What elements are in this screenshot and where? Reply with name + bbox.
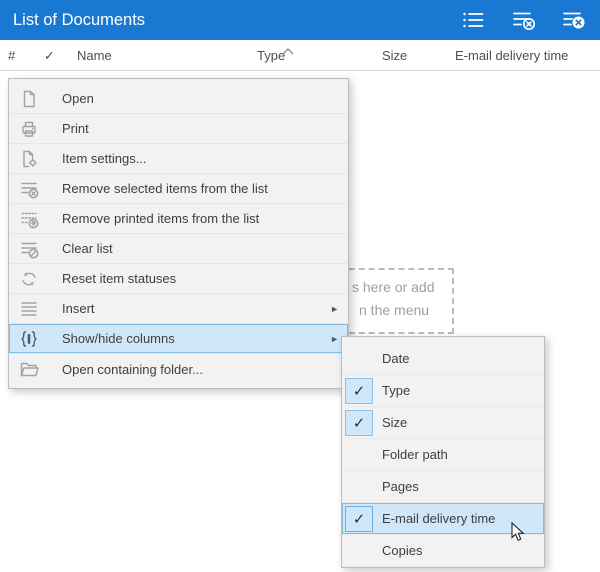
submenu-item-email-delivery-time[interactable]: ✓ E-mail delivery time <box>342 503 544 535</box>
menu-item-label: Item settings... <box>49 151 147 166</box>
menu-item-print[interactable]: Print <box>9 114 348 144</box>
submenu-item-date[interactable]: Date <box>342 343 544 375</box>
columns-submenu: Date ✓ Type ✓ Size Folder path Pages ✓ E… <box>341 336 545 568</box>
menu-item-open[interactable]: Open <box>9 84 348 114</box>
column-header-number[interactable]: # <box>8 40 15 71</box>
menu-item-label: Clear list <box>49 241 113 256</box>
menu-item-label: Reset item statuses <box>49 271 176 286</box>
submenu-item-size[interactable]: ✓ Size <box>342 407 544 439</box>
submenu-item-folder-path[interactable]: Folder path <box>342 439 544 471</box>
menu-item-show-hide-columns[interactable]: Show/hide columns ► <box>9 324 348 354</box>
menu-item-label: Remove selected items from the list <box>49 181 268 196</box>
checkbox-unchecked <box>345 474 373 500</box>
menu-item-label: Print <box>49 121 89 136</box>
menu-item-insert[interactable]: Insert ► <box>9 294 348 324</box>
table-header-row: # ✓ Name Type Size E-mail delivery time <box>0 40 600 71</box>
menu-item-label: Open containing folder... <box>49 362 203 377</box>
list-remove-printed-icon <box>9 209 49 229</box>
submenu-item-label: E-mail delivery time <box>373 511 495 526</box>
menu-item-item-settings[interactable]: Item settings... <box>9 144 348 174</box>
menu-item-remove-printed[interactable]: Remove printed items from the list <box>9 204 348 234</box>
document-icon <box>9 89 49 109</box>
list-remove-icon <box>9 179 49 199</box>
menu-item-reset-statuses[interactable]: Reset item statuses <box>9 264 348 294</box>
document-settings-icon <box>9 149 49 169</box>
titlebar: List of Documents <box>0 0 600 40</box>
column-header-size[interactable]: Size <box>382 40 407 71</box>
submenu-item-label: Pages <box>373 479 419 494</box>
folder-icon <box>9 359 49 379</box>
sort-ascending-icon <box>282 42 294 60</box>
submenu-item-type[interactable]: ✓ Type <box>342 375 544 407</box>
app-window: { "colors": { "titlebar_bg": "#1979D2", … <box>0 0 600 572</box>
column-header-check[interactable]: ✓ <box>44 40 55 71</box>
check-icon: ✓ <box>345 410 373 436</box>
columns-icon <box>9 329 49 349</box>
submenu-item-label: Size <box>373 415 407 430</box>
column-header-name[interactable]: Name <box>77 40 112 71</box>
insert-list-icon[interactable] <box>458 8 488 32</box>
titlebar-actions <box>458 8 588 32</box>
dropzone-text-line1: s here or add <box>352 279 435 295</box>
menu-item-label: Insert <box>49 301 95 316</box>
menu-item-label: Remove printed items from the list <box>49 211 259 226</box>
submenu-item-pages[interactable]: Pages <box>342 471 544 503</box>
submenu-item-label: Date <box>373 351 409 366</box>
menu-item-remove-selected[interactable]: Remove selected items from the list <box>9 174 348 204</box>
checkbox-unchecked <box>345 346 373 372</box>
dropzone-text-line2: n the menu <box>359 302 429 318</box>
context-menu: Open Print Item settings... <box>8 78 349 389</box>
remove-selected-items-icon[interactable] <box>508 8 538 32</box>
checkbox-unchecked <box>345 442 373 468</box>
menu-item-open-containing-folder[interactable]: Open containing folder... <box>9 354 348 384</box>
column-header-type[interactable]: Type <box>257 40 285 71</box>
submenu-item-label: Type <box>373 383 410 398</box>
column-header-email-delivery-time[interactable]: E-mail delivery time <box>455 40 568 71</box>
menu-item-label: Open <box>49 91 94 106</box>
clear-list-icon[interactable] <box>558 8 588 32</box>
check-icon: ✓ <box>345 506 373 532</box>
list-insert-icon <box>9 299 49 319</box>
menu-item-clear-list[interactable]: Clear list <box>9 234 348 264</box>
menu-item-label: Show/hide columns <box>49 331 175 346</box>
check-icon: ✓ <box>345 378 373 404</box>
page-title: List of Documents <box>13 11 145 30</box>
list-clear-icon <box>9 239 49 259</box>
reset-icon <box>9 269 49 289</box>
submenu-item-copies[interactable]: Copies <box>342 535 544 567</box>
submenu-item-label: Copies <box>373 543 422 558</box>
checkbox-unchecked <box>345 538 373 564</box>
printer-icon <box>9 119 49 139</box>
submenu-item-label: Folder path <box>373 447 448 462</box>
submenu-arrow-icon: ► <box>330 304 348 314</box>
